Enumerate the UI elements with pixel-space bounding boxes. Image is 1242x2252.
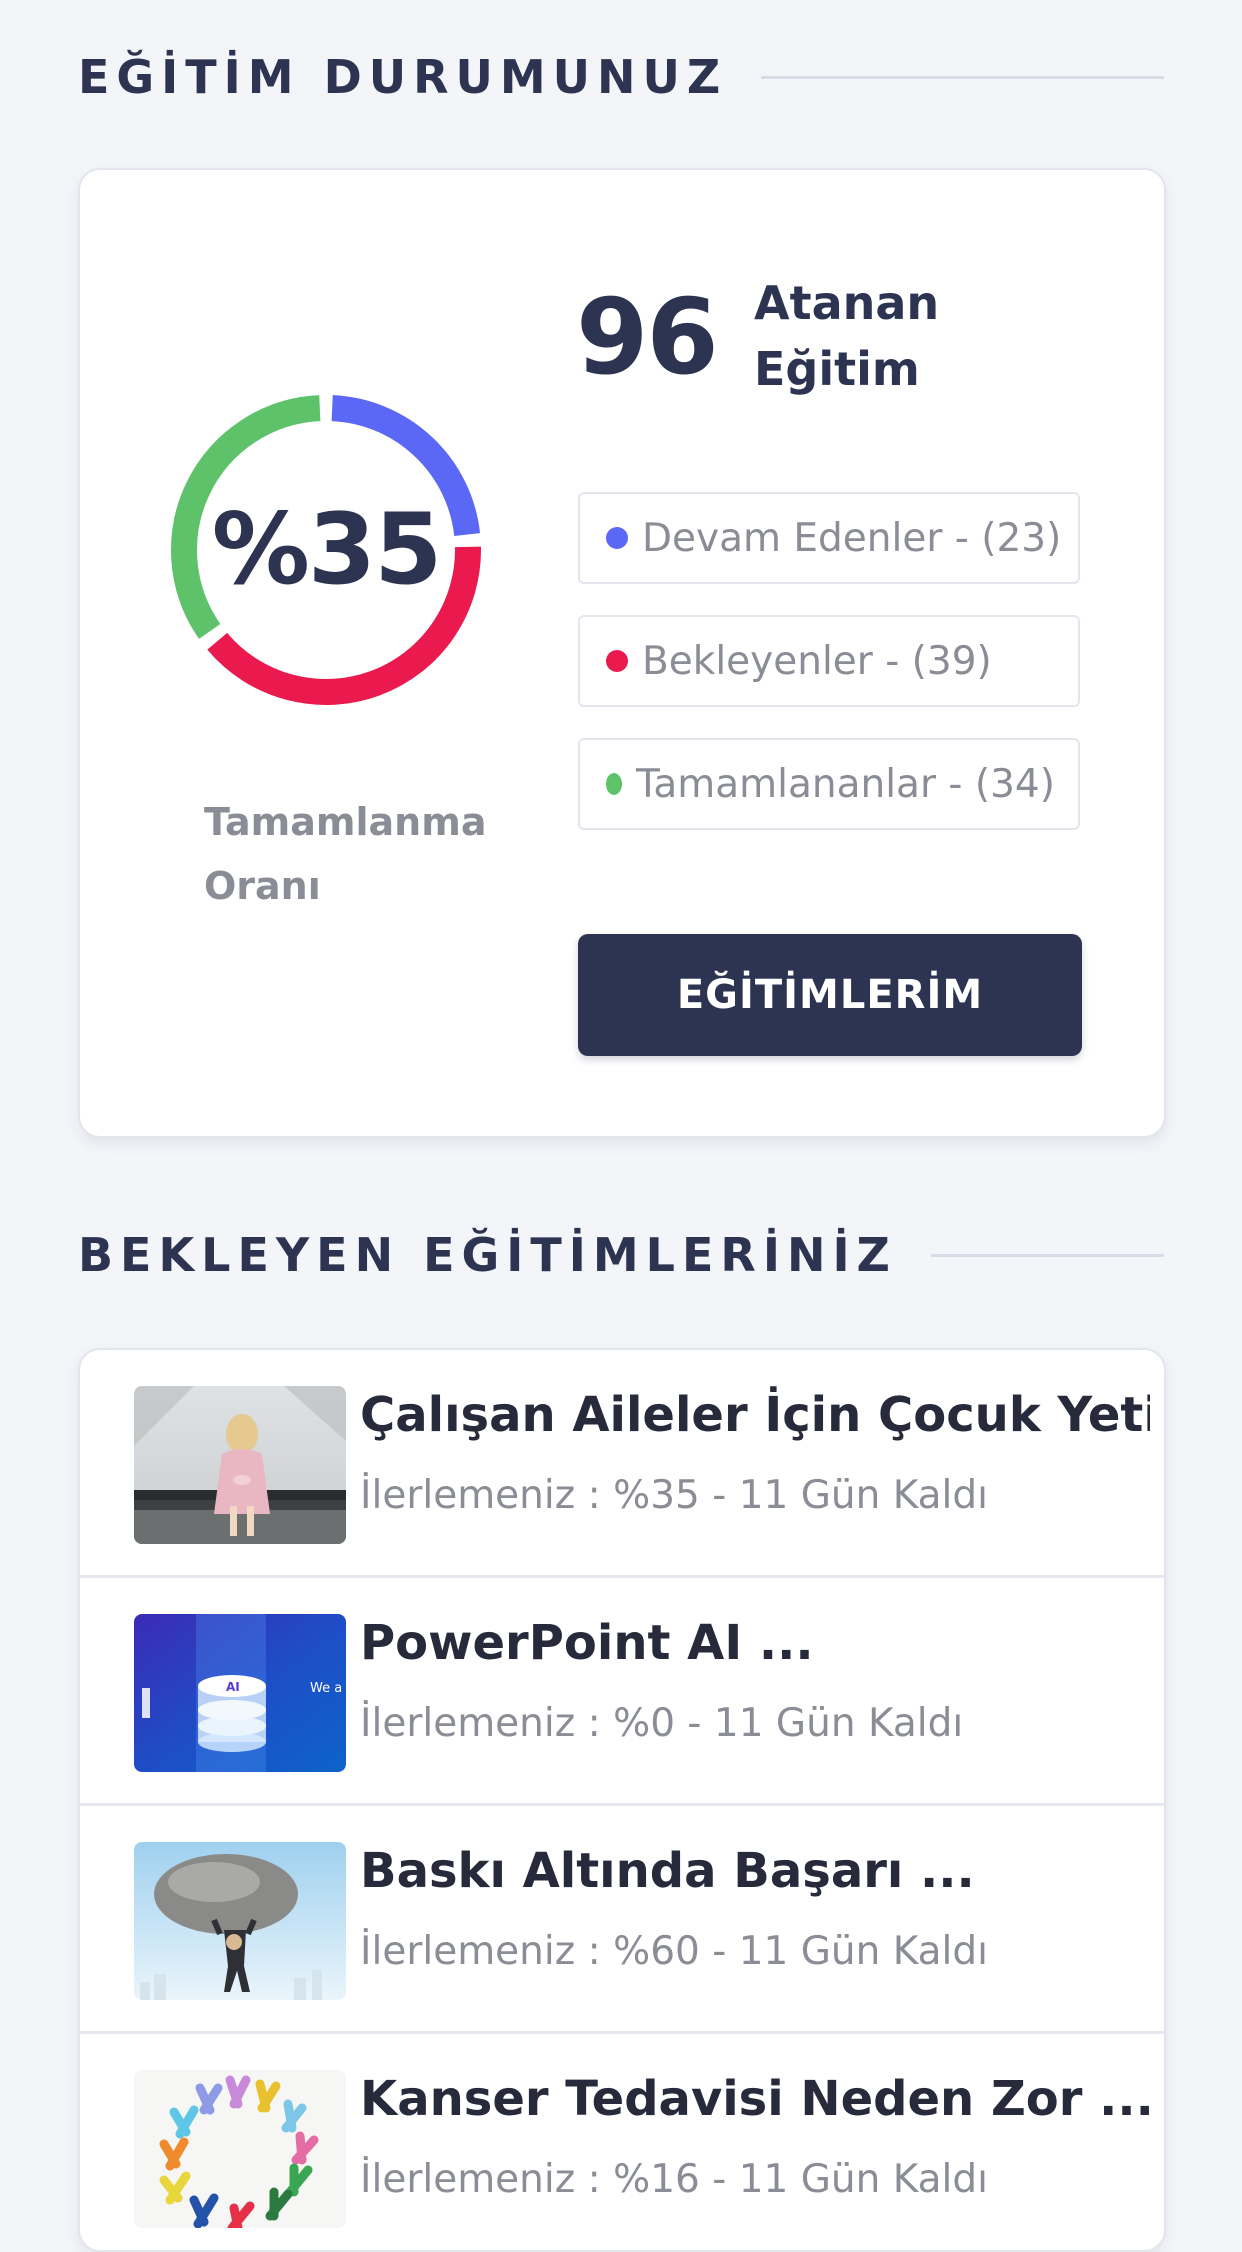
legend-pending[interactable]: Bekleyenler - (39) (578, 615, 1080, 707)
training-title: Çalışan Aileler İçin Çocuk Yeti ... (360, 1387, 1150, 1443)
section-divider (761, 75, 1164, 79)
man-holding-boulder-image (134, 1842, 346, 2000)
list-item[interactable]: Çalışan Aileler İçin Çocuk Yeti ... İler… (80, 1350, 1164, 1578)
training-progress: İlerlemeniz : %16 - 11 Gün Kaldı (360, 2157, 988, 2202)
list-item[interactable]: Kanser Tedavisi Neden Zor ... İlerlemeni… (80, 2034, 1164, 2250)
my-trainings-button[interactable]: EĞİTİMLERİM (578, 934, 1082, 1056)
assigned-training-label: Atanan Eğitim (754, 276, 940, 396)
legend-in-progress-label: Devam Edenler - (23) (642, 515, 1062, 561)
list-item[interactable]: AI We a Shap Worl Tomo PowerPoint AI ...… (80, 1578, 1164, 1806)
pending-section-header: BEKLEYEN EĞİTİMLERİNİZ (78, 1222, 1164, 1288)
completion-percentage: %35 (211, 493, 443, 607)
legend-pending-label: Bekleyenler - (39) (642, 638, 992, 684)
completion-rate-label: Tamamlanma Oranı (204, 800, 487, 908)
pending-section-title: BEKLEYEN EĞİTİMLERİNİZ (78, 1228, 897, 1282)
legend-completed[interactable]: Tamamlananlar - (34) (578, 738, 1080, 830)
legend-completed-label: Tamamlananlar - (34) (636, 761, 1055, 807)
pending-trainings-list: Çalışan Aileler İçin Çocuk Yeti ... İler… (78, 1348, 1166, 2252)
section-divider (930, 1253, 1164, 1257)
legend-in-progress[interactable]: Devam Edenler - (23) (578, 492, 1080, 584)
in-progress-dot-icon (606, 527, 628, 549)
completed-dot-icon (606, 773, 622, 795)
training-title: Baskı Altında Başarı ... (360, 1843, 975, 1899)
pending-dot-icon (606, 650, 628, 672)
training-status-card: %35 Tamamlanma Oranı 96 Atanan Eğitim De… (78, 168, 1166, 1138)
training-progress: İlerlemeniz : %35 - 11 Gün Kaldı (360, 1473, 988, 1518)
completion-donut-chart: %35 (166, 390, 486, 710)
awareness-ribbons-image (134, 2070, 346, 2228)
training-title: PowerPoint AI ... (360, 1615, 814, 1671)
svg-text:AI: AI (226, 1680, 240, 1694)
ai-stack-image: AI We a Shap Worl Tomo (134, 1614, 346, 1772)
status-section-title: EĞİTİM DURUMUNUZ (78, 50, 728, 104)
status-section-header: EĞİTİM DURUMUNUZ (78, 44, 1164, 110)
training-title: Kanser Tedavisi Neden Zor ... (360, 2071, 1150, 2127)
training-progress: İlerlemeniz : %0 - 11 Gün Kaldı (360, 1701, 964, 1746)
list-item[interactable]: Baskı Altında Başarı ... İlerlemeniz : %… (80, 1806, 1164, 2034)
assigned-training-count: 96 (576, 276, 719, 398)
image-text: We a Shap Worl Tomo (310, 1681, 346, 1696)
training-progress: İlerlemeniz : %60 - 11 Gün Kaldı (360, 1929, 988, 1974)
girl-at-window-image (134, 1386, 346, 1544)
